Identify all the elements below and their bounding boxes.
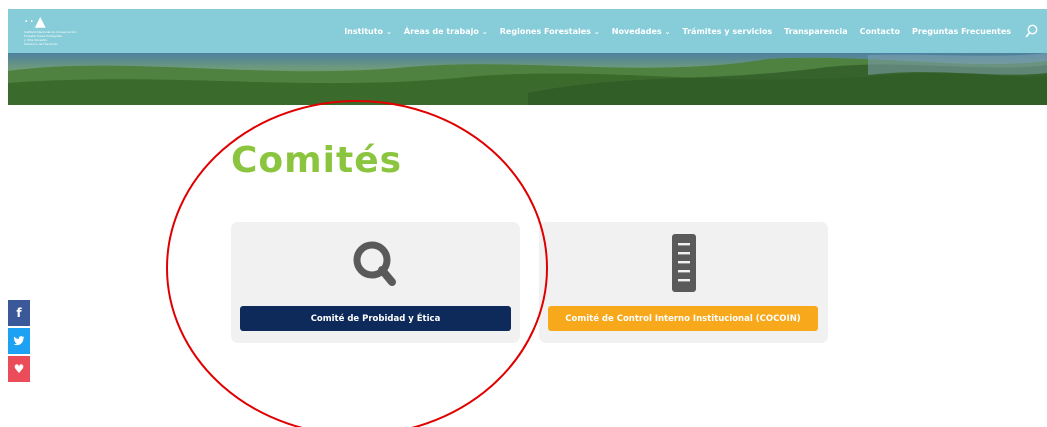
main-nav: Instituto ⌄ Áreas de trabajo ⌄ Regiones Fo… [344,9,1039,53]
logo-text: Instituto Nacional de Conservación Fores… [24,30,77,46]
document-icon [671,234,696,292]
page-title: Comités [231,140,403,181]
logo-mark: ··▲ [24,14,47,30]
magnifier-icon [353,241,396,286]
nav-label: Regiones Forestales [499,26,591,36]
nav-item-novedades[interactable]: Novedades ⌄ [612,27,671,36]
comite-probidad-button[interactable]: Comité de Probidad y Ética [240,306,511,331]
site-header: ··▲ Instituto Nacional de Conservación F… [8,9,1047,53]
hero-banner-image [8,53,1047,105]
pinterest-share-button[interactable]: ♥ [8,356,30,382]
nav-label: Áreas de trabajo [403,26,479,36]
nav-label: Instituto [344,26,384,36]
nav-item-preguntas-frecuentes[interactable]: Preguntas Frecuentes [912,27,1011,36]
nav-item-areas-de-trabajo[interactable]: Áreas de trabajo ⌄ [404,27,488,36]
nav-item-contacto[interactable]: Contacto [860,27,900,36]
comite-cocoin-button[interactable]: Comité de Control Interno Institucional … [548,306,818,331]
heart-icon: ♥ [13,362,25,376]
committee-card-probidad: Comité de Probidad y Ética [231,222,520,343]
chevron-down-icon: ⌄ [386,27,392,36]
nav-label: Novedades [611,26,662,36]
nav-item-transparencia[interactable]: Transparencia [784,27,847,36]
committee-card-cocoin: Comité de Control Interno Institucional … [539,222,828,343]
facebook-share-button[interactable]: f [8,300,30,326]
chevron-down-icon: ⌄ [664,27,671,36]
chevron-down-icon: ⌄ [593,27,600,36]
forest-landscape-image [8,53,1047,105]
chevron-down-icon: ⌄ [481,27,488,36]
nav-item-tramites-y-servicios[interactable]: Trámites y servicios [683,27,773,36]
search-icon[interactable] [1025,24,1039,38]
twitter-share-button[interactable] [8,328,30,354]
facebook-icon: f [16,306,22,320]
twitter-icon [13,336,25,346]
nav-item-regiones-forestales[interactable]: Regiones Forestales ⌄ [500,27,600,36]
institution-logo[interactable]: ··▲ Instituto Nacional de Conservación F… [24,14,94,48]
nav-item-instituto[interactable]: Instituto ⌄ [344,27,392,36]
